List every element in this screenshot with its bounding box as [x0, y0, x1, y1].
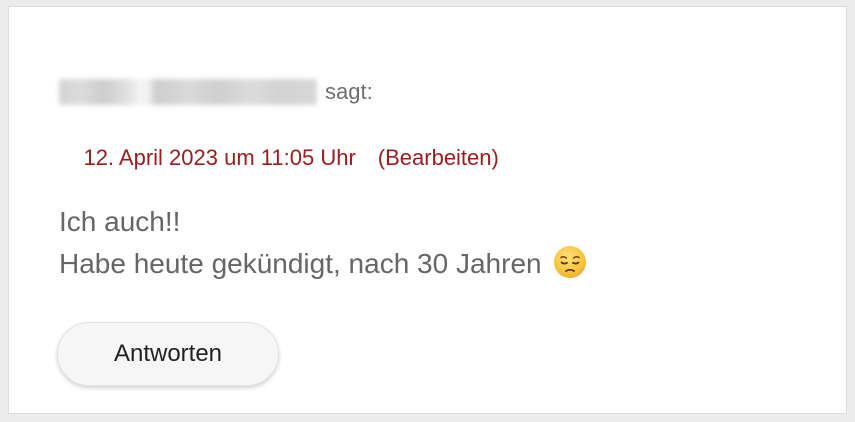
reply-button[interactable]: Antworten [57, 322, 279, 386]
comment-card: sagt: 12. April 2023 um 11:05 Uhr (Bearbe… [8, 6, 847, 414]
comment-body-line-2: Habe heute gekündigt, nach 30 Jahren [59, 248, 542, 279]
comment-meta: 12. April 2023 um 11:05 Uhr (Bearbeiten) [59, 119, 499, 197]
author-says-label: sagt: [325, 79, 373, 104]
pensive-face-icon [554, 246, 587, 278]
comment-body: Ich auch!! Habe heute gekündigt, nach 30… [59, 201, 587, 285]
comment-date-link[interactable]: 12. April 2023 um 11:05 Uhr [83, 145, 355, 170]
author-name-blurred[interactable] [59, 79, 317, 105]
comment-author-line: sagt: [59, 75, 373, 109]
edit-comment-link[interactable]: (Bearbeiten) [378, 145, 499, 170]
comment-body-line-1: Ich auch!! [59, 206, 181, 237]
comment-body-line-2-wrapper: Habe heute gekündigt, nach 30 Jahren [59, 243, 587, 285]
